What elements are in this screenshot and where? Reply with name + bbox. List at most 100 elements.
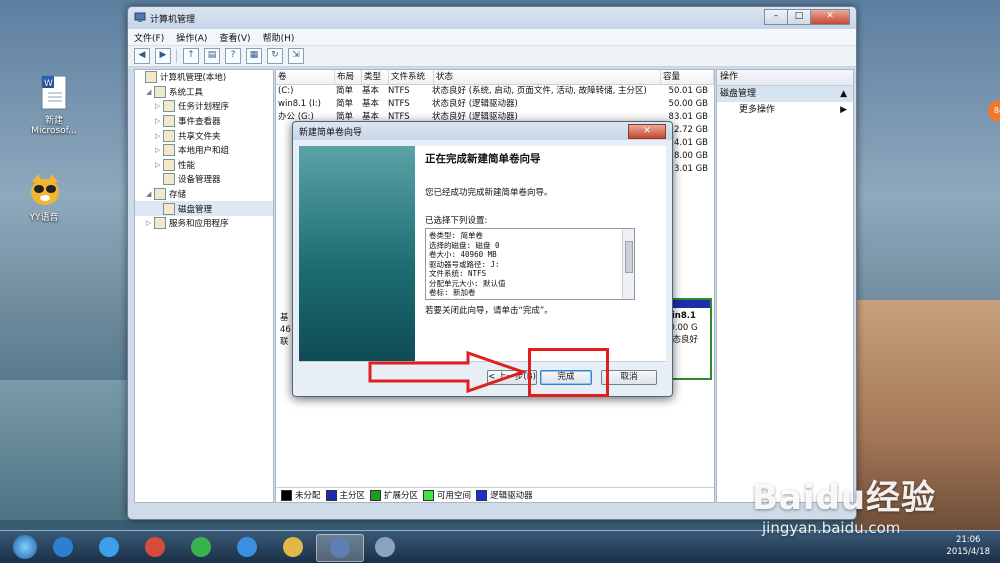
expand-arrow-icon[interactable]: ◢ [146, 190, 154, 198]
explorer-icon [283, 537, 303, 557]
cell-vol: win8.1 (I:) [278, 99, 321, 109]
taskbar-button[interactable] [40, 534, 86, 560]
export-list-icon[interactable]: ⇲ [288, 48, 304, 64]
close-button[interactable]: ✕ [810, 9, 850, 25]
desktop-icon-new-word-doc[interactable]: W 新建 Microsof... [24, 75, 84, 136]
menu-file[interactable]: 文件(F) [134, 31, 164, 44]
taskbar-button[interactable] [270, 534, 316, 560]
tree-item[interactable]: 计算机管理(本地) [135, 70, 273, 85]
expand-arrow-icon[interactable]: ◢ [146, 88, 154, 96]
up-folder-icon[interactable]: ↑ [183, 48, 199, 64]
expand-arrow-icon[interactable]: ▷ [155, 117, 163, 125]
maximize-button[interactable]: □ [787, 9, 811, 25]
taskbar-button[interactable] [86, 534, 132, 560]
disk-icon [163, 202, 175, 215]
tree-item[interactable]: ▷ 性能 [135, 158, 273, 173]
menu-help[interactable]: 帮助(H) [263, 31, 295, 44]
wizard-titlebar[interactable]: 新建简单卷向导 ✕ [293, 122, 672, 140]
cell-type: 基本 [362, 86, 380, 96]
show-hide-tree-icon[interactable]: ▤ [204, 48, 220, 64]
settings-lines: 卷类型: 简单卷 选择的磁盘: 磁盘 0 卷大小: 40960 MB 驱动器号或路径:… [429, 231, 634, 299]
tree-item[interactable]: ▷ 任务计划程序 [135, 99, 273, 114]
tree-item[interactable]: ◢ 系统工具 [135, 85, 273, 100]
legend-label: 逻辑驱动器 [490, 491, 533, 501]
more-actions-item[interactable]: 更多操作 ▶ [717, 102, 853, 118]
refresh-icon[interactable]: ↻ [267, 48, 283, 64]
tree-item-label: 系统工具 [169, 87, 204, 98]
cell-fs: NTFS [388, 86, 410, 96]
disk-summary: 基 46 联 [280, 312, 291, 348]
tree-item[interactable]: ▷ 本地用户和组 [135, 143, 273, 158]
window-titlebar[interactable]: 计算机管理 – □ ✕ [128, 7, 856, 29]
wizard-close-button[interactable]: ✕ [628, 124, 666, 139]
tree-item-label: 性能 [178, 160, 196, 171]
expand-arrow-icon[interactable]: ▷ [155, 132, 163, 140]
cell-status: 状态良好 (系统, 启动, 页面文件, 活动, 故障转储, 主分区) [432, 86, 647, 96]
more-actions-label: 更多操作 [739, 105, 776, 115]
expand-arrow-icon[interactable]: ▷ [146, 219, 154, 227]
table-row[interactable]: win8.1 (I:) 简单 基本 NTFS 状态良好 (逻辑驱动器) 50.00 GB [276, 98, 714, 111]
legend-swatch [281, 489, 292, 501]
cancel-button[interactable]: 取消 [601, 370, 657, 385]
notification-badge[interactable]: 88 [988, 100, 1000, 122]
tree-item[interactable]: 设备管理器 [135, 172, 273, 187]
partition-legend: 未分配 主分区 扩展分区 可用空间 逻辑驱动器 [276, 487, 714, 502]
tree-item[interactable]: ▷ 服务和应用程序 [135, 216, 273, 231]
properties-icon[interactable]: ▦ [246, 48, 262, 64]
system-clock[interactable]: 21:06 2015/4/18 [946, 534, 990, 558]
storage-icon [154, 188, 166, 201]
browser-icon [237, 537, 257, 557]
scrollbar-thumb[interactable] [625, 241, 633, 273]
wizard-settings-box[interactable]: 卷类型: 简单卷 选择的磁盘: 磁盘 0 卷大小: 40960 MB 驱动器号或路径:… [425, 228, 635, 300]
settings-scrollbar[interactable] [622, 229, 634, 299]
tree-item[interactable]: ▷ 事件查看器 [135, 114, 273, 129]
tree-item-label: 本地用户和组 [178, 146, 230, 157]
legend-label: 可用空间 [437, 491, 472, 501]
taskbar-button[interactable] [362, 534, 408, 560]
column-header-layout[interactable]: 布局 [335, 70, 362, 84]
tree-item[interactable]: ▷ 共享文件夹 [135, 128, 273, 143]
taskbar-button[interactable] [178, 534, 224, 560]
taskbar-button[interactable] [224, 534, 270, 560]
computer-icon [145, 71, 157, 84]
column-header-volume[interactable]: 卷 [276, 70, 335, 84]
tree-item-label: 磁盘管理 [178, 204, 213, 215]
desktop-icon-yy-voice[interactable]: YY语音 [14, 172, 74, 223]
toolbar-separator [176, 49, 177, 63]
menu-action[interactable]: 操作(A) [176, 31, 207, 44]
cell-fs: NTFS [388, 99, 410, 109]
column-header-capacity[interactable]: 容量 [661, 70, 714, 84]
wizard-heading: 正在完成新建简单卷向导 [425, 153, 541, 165]
tree-item-label: 服务和应用程序 [169, 219, 229, 230]
column-header-filesystem[interactable]: 文件系统 [389, 70, 434, 84]
tree-item-label: 共享文件夹 [178, 131, 221, 142]
taskbar-button[interactable] [132, 534, 178, 560]
expand-arrow-icon[interactable]: ▷ [155, 146, 163, 154]
setting-line: 驱动器号或路径: J: [429, 259, 500, 269]
setting-line: 卷大小: 40960 MB [429, 250, 497, 259]
volume-list-header: 卷 布局 类型 文件系统 状态 容量 [276, 70, 714, 85]
wizard-settings-label: 已选择下列设置: [425, 216, 488, 226]
svg-text:W: W [44, 79, 53, 89]
actions-section-disk-management[interactable]: 磁盘管理 ▲ [717, 86, 853, 102]
navigation-tree: 计算机管理(本地) ◢ 系统工具 ▷ 任务计划程序 ▷ 事件查看器 ▷ 共享文件夹 ▷ 本地用户和组… [134, 69, 274, 503]
collapse-up-icon[interactable]: ▲ [840, 86, 847, 102]
minimize-button[interactable]: – [764, 9, 788, 25]
help-icon[interactable]: ? [225, 48, 241, 64]
tree-item[interactable]: 磁盘管理 [135, 201, 273, 216]
column-header-status[interactable]: 状态 [434, 70, 661, 84]
users-icon [163, 144, 175, 157]
setting-line: 卷类型: 简单卷 [429, 231, 484, 240]
tree-item[interactable]: ◢ 存储 [135, 187, 273, 202]
forward-arrow-icon[interactable]: ▶ [155, 48, 171, 64]
tools-icon [154, 85, 166, 98]
computer-management-icon [330, 538, 350, 558]
expand-arrow-icon[interactable]: ▷ [155, 102, 163, 110]
table-row[interactable]: (C:) 简单 基本 NTFS 状态良好 (系统, 启动, 页面文件, 活动, 故障转储… [276, 85, 714, 98]
expand-arrow-icon[interactable]: ▷ [155, 161, 163, 169]
column-header-type[interactable]: 类型 [362, 70, 389, 84]
menu-view[interactable]: 查看(V) [219, 31, 250, 44]
taskbar-button[interactable] [316, 534, 364, 562]
back-arrow-icon[interactable]: ◀ [134, 48, 150, 64]
setting-line: 卷标: 新加卷 [429, 288, 476, 297]
